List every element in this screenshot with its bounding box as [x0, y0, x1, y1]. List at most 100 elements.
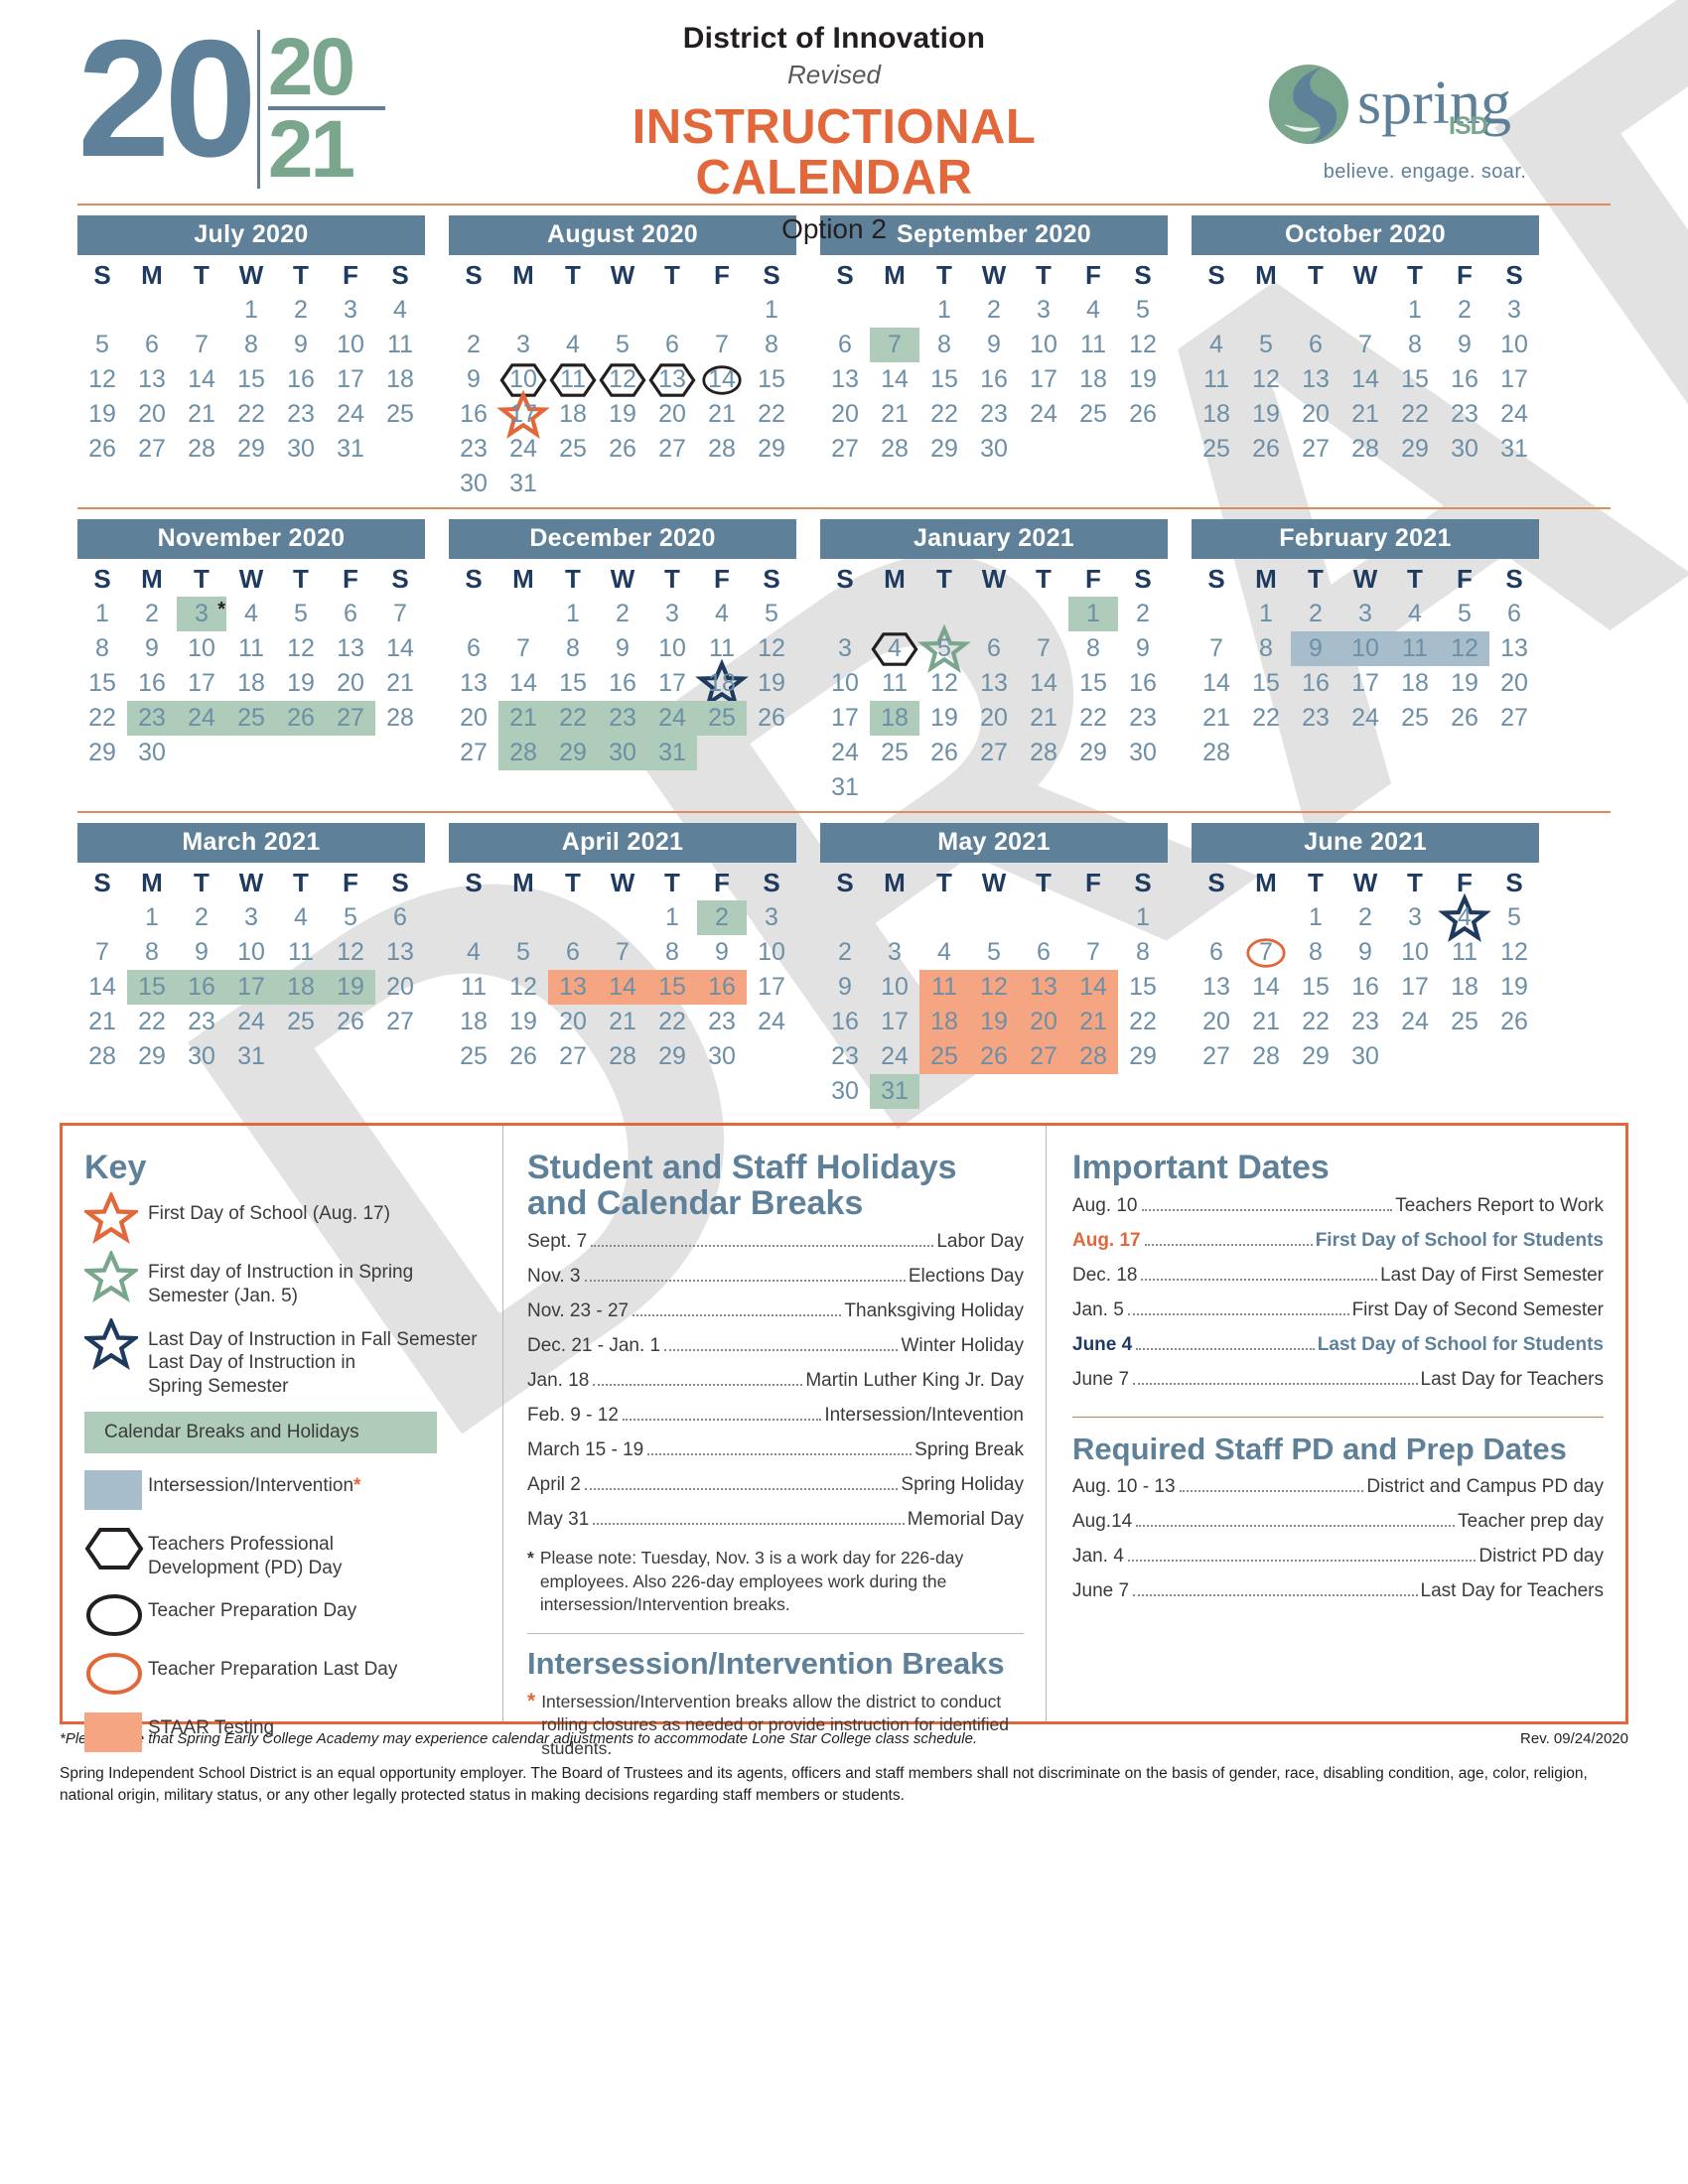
- day-cell: 30: [969, 432, 1019, 467]
- asterisk-marker: *: [217, 599, 225, 620]
- day-cell: 19: [498, 1005, 548, 1039]
- day-number: 19: [969, 1005, 1019, 1039]
- day-cell: 27: [1489, 701, 1539, 736]
- day-cell: 17: [870, 1005, 919, 1039]
- empty-cell: [1489, 736, 1539, 770]
- day-number: 23: [287, 400, 315, 428]
- day-number: 22: [548, 701, 598, 736]
- day-cell: 2: [449, 328, 498, 362]
- day-cell: 22: [919, 397, 969, 432]
- day-cell: 9: [1340, 935, 1390, 970]
- day-cell: 13: [647, 362, 697, 397]
- empty-cell: [969, 770, 1019, 805]
- empty-cell: [969, 1074, 1019, 1109]
- day-cell: 4: [226, 597, 276, 631]
- empty-cell: [449, 293, 498, 328]
- day-number: 25: [386, 400, 414, 428]
- week-row: 1 2 3 4 5 6: [77, 900, 425, 935]
- day-cell: 28: [1019, 736, 1068, 770]
- day-cell: 25: [375, 397, 425, 432]
- day-number: 28: [1252, 1042, 1280, 1070]
- day-number: 12: [1129, 331, 1157, 358]
- day-cell: 27: [127, 432, 177, 467]
- leader-dots: [1144, 1244, 1313, 1247]
- day-number: 13: [658, 365, 686, 393]
- dotted-entry: June 7 Last Day for Teachers: [1072, 1580, 1604, 1602]
- empty-cell: [870, 770, 919, 805]
- day-number: 3: [665, 600, 679, 627]
- footer-revision: Rev. 09/24/2020: [1520, 1730, 1628, 1747]
- day-cell: 14: [498, 666, 548, 701]
- day-number: 12: [969, 970, 1019, 1005]
- day-number: 29: [930, 435, 958, 463]
- day-number: 14: [1068, 970, 1118, 1005]
- dotted-entry: Nov. 3 Elections Day: [527, 1266, 1024, 1288]
- day-number: 24: [1351, 704, 1379, 732]
- weekday-header: F: [714, 563, 730, 594]
- day-number: 3: [244, 903, 258, 931]
- day-cell: 20: [820, 397, 870, 432]
- day-number: 2: [697, 900, 747, 935]
- month-title: December 2020: [449, 519, 796, 559]
- day-cell: 16: [697, 970, 747, 1005]
- day-number: 8: [145, 938, 159, 966]
- week-row: 19 20 21 22 23 24 25: [77, 397, 425, 432]
- important-dates-list: Aug. 10 Teachers Report to Work Aug. 17 Fir…: [1072, 1195, 1604, 1391]
- weekday-header: S: [1134, 259, 1152, 290]
- day-number: 29: [658, 1042, 686, 1070]
- leader-dots: [593, 1384, 803, 1387]
- weekday-header-row: SMTWTFS: [449, 561, 796, 597]
- entry-label: Last Day for Teachers: [1420, 1369, 1604, 1391]
- day-number: 21: [498, 701, 548, 736]
- empty-cell: [969, 900, 1019, 935]
- day-number: 12: [758, 634, 785, 662]
- entry-label: First Day of Second Semester: [1351, 1299, 1604, 1321]
- intersession-note: * Intersession/Intervention breaks allow…: [527, 1691, 1024, 1761]
- day-cell: 15: [77, 666, 127, 701]
- weekday-header: S: [763, 563, 780, 594]
- day-cell: 8: [1068, 631, 1118, 666]
- day-number: 23: [598, 701, 647, 736]
- weekday-header: S: [836, 867, 854, 897]
- day-number: 8: [1259, 634, 1273, 662]
- month-title: June 2021: [1192, 823, 1539, 863]
- day-number: 19: [287, 669, 315, 697]
- day-cell: 2: [697, 900, 747, 935]
- day-number: 27: [1019, 1039, 1068, 1074]
- legend-panel: Key First Day of School (Aug. 17) First …: [60, 1123, 1628, 1758]
- day-cell: 8: [127, 935, 177, 970]
- day-number: 7: [715, 331, 729, 358]
- day-cell: 20: [449, 701, 498, 736]
- month-day-grid: S M T W T F S 1 2 3 4 5 6 7 8 9 10 11 12 13 14 15 16 17 18 19 20 21…: [449, 257, 796, 501]
- day-cell: 7: [1340, 328, 1390, 362]
- day-cell: 1: [548, 597, 598, 631]
- dotted-entry: April 2 Spring Holiday: [527, 1474, 1024, 1496]
- weekday-header: F: [343, 563, 358, 594]
- day-number: 13: [1019, 970, 1068, 1005]
- day-cell: 8: [747, 328, 796, 362]
- weekday-header: S: [1505, 867, 1523, 897]
- day-cell: 23: [598, 701, 647, 736]
- day-cell: 18: [375, 362, 425, 397]
- day-cell: 24: [498, 432, 548, 467]
- entry-date: Aug. 10: [1072, 1195, 1138, 1217]
- day-cell: 9: [127, 631, 177, 666]
- day-number: 13: [1500, 634, 1528, 662]
- day-number: 11: [1390, 631, 1440, 666]
- day-cell: 15: [226, 362, 276, 397]
- day-number: 29: [1302, 1042, 1330, 1070]
- day-cell: 6: [647, 328, 697, 362]
- day-cell: 5: [747, 597, 796, 631]
- day-cell: 23: [1440, 397, 1489, 432]
- day-number: 4: [393, 296, 407, 324]
- day-number: 28: [1030, 739, 1057, 766]
- month-title: May 2021: [820, 823, 1168, 863]
- day-cell: 1: [647, 900, 697, 935]
- day-number: 20: [658, 400, 686, 428]
- day-cell: 23: [1340, 1005, 1390, 1039]
- day-number: 22: [930, 400, 958, 428]
- day-number: 13: [337, 634, 364, 662]
- logo-isd-text: ISD: [1449, 112, 1488, 141]
- day-number: 27: [559, 1042, 587, 1070]
- day-cell: 1: [1241, 597, 1291, 631]
